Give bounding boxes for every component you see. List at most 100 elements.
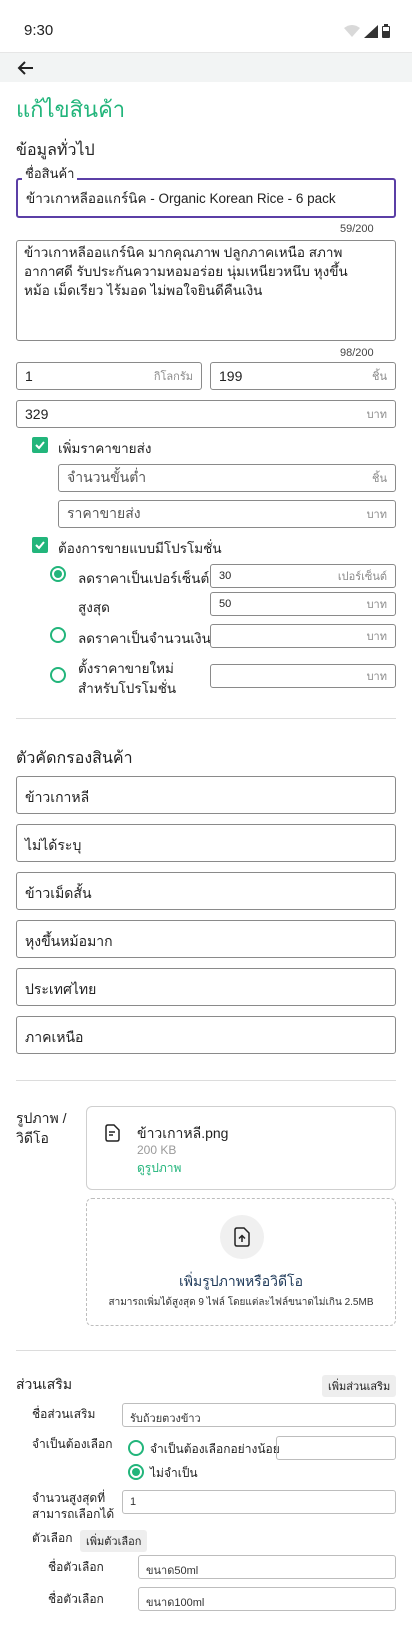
promo-percent-label: ลดราคาเป็นเปอร์เซ็นต์ bbox=[78, 571, 210, 586]
product-name-label: ชื่อสินค้า bbox=[22, 163, 78, 184]
option-name-input[interactable]: ขนาด100ml bbox=[138, 1587, 396, 1611]
promo-checkbox[interactable] bbox=[32, 537, 48, 553]
filter-value: หุงขึ้นหม้อมาก bbox=[25, 933, 113, 949]
promo-newprice-radio[interactable] bbox=[50, 667, 66, 683]
description-value: ข้าวเกาหลีออแกร์นิค มากคุณภาพ ปลูกภาคเหน… bbox=[24, 245, 348, 298]
promo-newprice-label-2: สำหรับโปรโมชั่น bbox=[78, 681, 177, 696]
promo-amount-input[interactable]: บาท bbox=[210, 624, 396, 648]
wholesale-price-unit: บาท bbox=[366, 509, 387, 521]
stock-value: 199 bbox=[219, 368, 243, 384]
price-input[interactable]: 329 บาท bbox=[16, 400, 396, 428]
promo-checkbox-label: ต้องการขายแบบมีโปรโมชั่น bbox=[58, 541, 222, 556]
view-image-link[interactable]: ดูรูปภาพ bbox=[137, 1159, 181, 1178]
promo-amount-label: ลดราคาเป็นจำนวนเงิน bbox=[78, 631, 211, 646]
stock-input[interactable]: 199 ชิ้น bbox=[210, 362, 396, 390]
not-required-radio[interactable] bbox=[128, 1464, 144, 1480]
divider bbox=[16, 1080, 396, 1081]
back-arrow-icon[interactable] bbox=[16, 58, 36, 78]
upload-icon bbox=[234, 1227, 250, 1247]
filter-field[interactable]: ข้าวเม็ดสั้น bbox=[16, 872, 396, 910]
status-time: 9:30 bbox=[24, 22, 54, 39]
option-name-input[interactable]: ขนาด50ml bbox=[138, 1555, 396, 1579]
filter-field[interactable]: หุงขึ้นหม้อมาก bbox=[16, 920, 396, 958]
option-name-label: ชื่อตัวเลือก bbox=[48, 1592, 104, 1606]
promo-percent-input[interactable]: 30 เปอร์เซ็นต์ bbox=[210, 564, 396, 588]
promo-percent-unit: เปอร์เซ็นต์ bbox=[337, 571, 387, 583]
check-icon bbox=[35, 541, 45, 550]
min-qty-placeholder: จำนวนขั้นต่ำ bbox=[67, 469, 147, 485]
min-qty-unit: ชิ้น bbox=[372, 473, 387, 485]
status-bar: 9:30 bbox=[0, 0, 412, 52]
max-select-label-2: สามารถเลือกได้ bbox=[32, 1507, 115, 1521]
divider bbox=[16, 1350, 396, 1351]
weight-unit: กิโลกรัม bbox=[153, 371, 193, 383]
promo-newprice-label-1: ตั้งราคาขายใหม่ bbox=[78, 661, 174, 676]
promo-percent-value: 30 bbox=[219, 570, 232, 582]
filter-value: ภาคเหนือ bbox=[25, 1029, 84, 1045]
required-min-label: จำเป็นต้องเลือกอย่างน้อย bbox=[150, 1442, 280, 1456]
promo-amount-radio[interactable] bbox=[50, 627, 66, 643]
addon-name-value: รับถ้วยตวงข้าว bbox=[130, 1413, 201, 1425]
promo-max-value: 50 bbox=[219, 598, 232, 610]
addon-name-input[interactable]: รับถ้วยตวงข้าว bbox=[122, 1403, 396, 1427]
description-counter: 98/200 bbox=[340, 347, 374, 359]
add-addon-button[interactable]: เพิ่มส่วนเสริม bbox=[322, 1375, 397, 1397]
filter-field[interactable]: ภาคเหนือ bbox=[16, 1016, 396, 1054]
signal-icon bbox=[364, 24, 378, 38]
promo-max-input[interactable]: 50 บาท bbox=[210, 592, 396, 616]
app-bar bbox=[0, 52, 412, 82]
check-icon bbox=[35, 441, 45, 450]
wholesale-checkbox[interactable] bbox=[32, 437, 48, 453]
not-required-label: ไม่จำเป็น bbox=[150, 1466, 198, 1480]
product-name-input[interactable]: ข้าวเกาหลีออแกร์นิค - Organic Korean Ric… bbox=[16, 178, 396, 218]
wholesale-price-input[interactable]: ราคาขายส่ง บาท bbox=[58, 500, 396, 528]
stock-unit: ชิ้น bbox=[372, 371, 387, 383]
filter-field[interactable]: ข้าวเกาหลี bbox=[16, 776, 396, 814]
option-name-label: ชื่อตัวเลือก bbox=[48, 1560, 104, 1574]
option-name-value: ขนาด100ml bbox=[146, 1597, 205, 1609]
wholesale-checkbox-label: เพิ่มราคาขายส่ง bbox=[58, 441, 152, 456]
min-qty-input[interactable]: จำนวนขั้นต่ำ ชิ้น bbox=[58, 464, 396, 492]
promo-max-unit: บาท bbox=[366, 599, 387, 611]
filter-field[interactable]: ไม่ได้ระบุ bbox=[16, 824, 396, 862]
promo-amount-unit: บาท bbox=[366, 631, 387, 643]
file-name: ข้าวเกาหลี.png bbox=[137, 1125, 229, 1141]
filter-value: ไม่ได้ระบุ bbox=[25, 837, 82, 853]
option-name-value: ขนาด50ml bbox=[146, 1565, 199, 1577]
addon-name-label: ชื่อส่วนเสริม bbox=[32, 1407, 96, 1421]
promo-percent-radio[interactable] bbox=[50, 566, 66, 582]
max-select-input[interactable]: 1 bbox=[122, 1490, 396, 1514]
upload-hint: สามารถเพิ่มได้สูงสุด 9 ไฟล์ โดยแต่ละไฟล์… bbox=[108, 1297, 374, 1308]
add-option-button[interactable]: เพิ่มตัวเลือก bbox=[80, 1530, 148, 1552]
filter-field[interactable]: ประเทศไทย bbox=[16, 968, 396, 1006]
filter-value: ประเทศไทย bbox=[25, 981, 97, 997]
weight-value: 1 bbox=[25, 368, 33, 384]
product-name-value: ข้าวเกาหลีออแกร์นิค - Organic Korean Ric… bbox=[26, 191, 336, 206]
max-select-label-1: จำนวนสูงสุดที่ bbox=[32, 1491, 106, 1505]
filter-value: ข้าวเม็ดสั้น bbox=[25, 885, 92, 901]
section-title-filters: ตัวคัดกรองสินค้า bbox=[16, 750, 133, 767]
media-label-1: รูปภาพ / bbox=[16, 1110, 67, 1126]
promo-newprice-unit: บาท bbox=[366, 671, 387, 683]
price-value: 329 bbox=[25, 406, 49, 422]
file-size: 200 KB bbox=[137, 1143, 177, 1157]
options-label: ตัวเลือก bbox=[32, 1531, 73, 1545]
page-title: แก้ไขสินค้า bbox=[16, 97, 126, 122]
filter-value: ข้าวเกาหลี bbox=[25, 789, 90, 805]
required-min-input[interactable] bbox=[276, 1436, 396, 1460]
max-select-value: 1 bbox=[130, 1496, 137, 1508]
section-title-general: ข้อมูลทั่วไป bbox=[16, 142, 95, 159]
weight-input[interactable]: 1 กิโลกรัม bbox=[16, 362, 202, 390]
battery-icon bbox=[382, 24, 390, 38]
divider bbox=[16, 718, 396, 719]
price-unit: บาท bbox=[366, 409, 387, 421]
upload-icon-circle bbox=[220, 1215, 264, 1259]
upload-dropzone[interactable]: เพิ่มรูปภาพหรือวิดีโอ สามารถเพิ่มได้สูงส… bbox=[86, 1198, 396, 1326]
wifi-icon bbox=[344, 25, 360, 37]
file-icon bbox=[105, 1124, 120, 1142]
required-min-radio[interactable] bbox=[128, 1440, 144, 1456]
wholesale-price-placeholder: ราคาขายส่ง bbox=[67, 505, 141, 521]
promo-newprice-input[interactable]: บาท bbox=[210, 664, 396, 688]
status-icons bbox=[344, 24, 390, 38]
addon-required-label: จำเป็นต้องเลือก bbox=[32, 1437, 113, 1451]
